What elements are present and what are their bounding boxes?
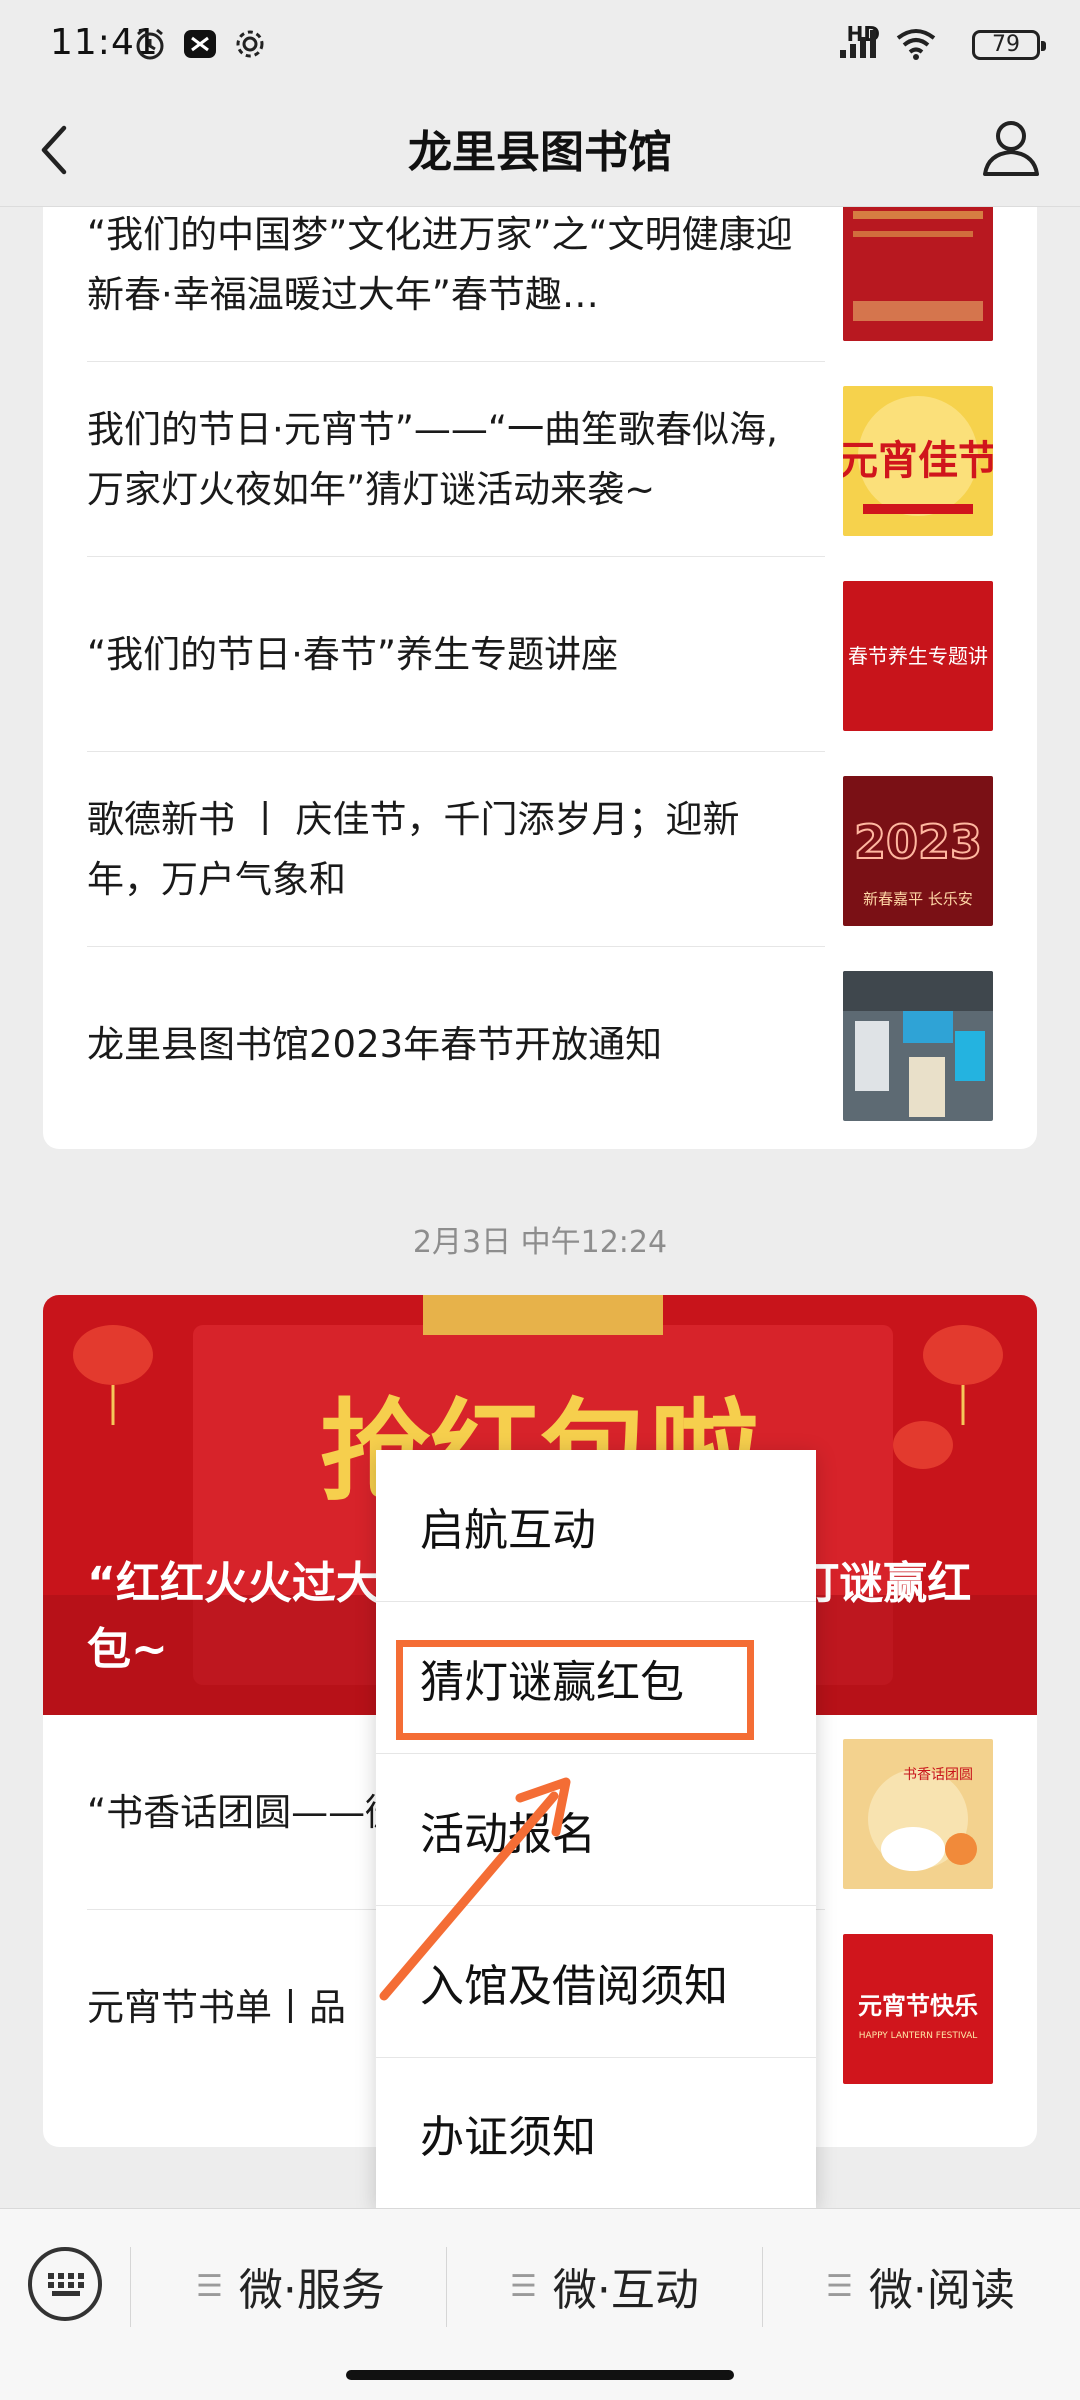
- article-thumbnail: 元宵佳节: [843, 386, 993, 536]
- page-title: 龙里县图书馆: [408, 127, 672, 178]
- article-title: 歌德新书 丨 庆佳节，千门添岁月；迎新年，万户气象和: [87, 797, 740, 901]
- tab-micro-reading[interactable]: ☰ 微·阅读: [826, 2251, 1015, 2321]
- article-item[interactable]: “我们的节日·春节”养生专题讲座 春节养生专题讲: [87, 557, 993, 752]
- menu-lines-icon: ☰: [826, 2268, 853, 2304]
- article-title: 龙里县图书馆2023年春节开放通知: [87, 1022, 663, 1066]
- article-item[interactable]: 歌德新书 丨 庆佳节，千门添岁月；迎新年，万户气象和 2023 新春嘉平 长乐安: [87, 752, 993, 947]
- article-thumbnail: 春节养生专题讲: [843, 581, 993, 731]
- tab-micro-interaction[interactable]: ☰ 微·互动: [510, 2251, 699, 2321]
- article-thumbnail: 2023 新春嘉平 长乐安: [843, 776, 993, 926]
- thumb-subtext: 新春嘉平 长乐安: [863, 890, 973, 908]
- tab-label: 微·阅读: [868, 2265, 1015, 2316]
- home-indicator[interactable]: [346, 2370, 734, 2380]
- alarm-icon: [136, 28, 164, 60]
- highlight-annotation-box: [396, 1640, 754, 1740]
- thumb-text: 元宵佳节: [843, 438, 993, 484]
- battery-indicator: 79: [972, 30, 1046, 60]
- article-title: “我们的中国梦”文化进万家”之“文明健康迎新春·幸福温暖过大年”春节趣…: [87, 212, 793, 316]
- annotation-arrow-icon: [379, 1777, 571, 2001]
- status-bar: 11:41 HD 79: [0, 0, 1080, 92]
- tab-micro-service[interactable]: ☰ 微·服务: [196, 2251, 385, 2321]
- article-thumbnail: [843, 971, 993, 1121]
- menu-item-card-application-notice[interactable]: 办证须知: [376, 2058, 816, 2208]
- article-thumbnail: 元宵节快乐 HAPPY LANTERN FESTIVAL: [843, 1934, 993, 2084]
- profile-icon[interactable]: [976, 112, 1046, 182]
- thumb-text: 书香话团圆: [903, 1767, 973, 1783]
- thumb-text: 春节养生专题讲: [848, 644, 988, 668]
- wifi-icon: [896, 29, 936, 60]
- article-title: 我们的节日·元宵节”——“一曲笙歌春似海,万家灯火夜如年”猜灯谜活动来袭~: [87, 407, 778, 511]
- app-header: 龙里县图书馆: [0, 92, 1080, 207]
- thumb-text: 2023: [854, 815, 982, 869]
- tab-label: 微·服务: [238, 2265, 385, 2316]
- article-thumbnail: 书香话团圆: [843, 1739, 993, 1889]
- thumb-text: 元宵节快乐: [858, 1992, 978, 2020]
- article-item[interactable]: “我们的中国梦”文化进万家”之“文明健康迎新春·幸福温暖过大年”春节趣…: [87, 207, 993, 362]
- menu-item-launch-interaction[interactable]: 启航互动: [376, 1450, 816, 1602]
- menu-lines-icon: ☰: [510, 2268, 537, 2304]
- article-group-card: “我们的中国梦”文化进万家”之“文明健康迎新春·幸福温暖过大年”春节趣… 我们的…: [43, 207, 1037, 1149]
- article-title: “我们的节日·春节”养生专题讲座: [87, 632, 619, 676]
- tab-label: 微·互动: [552, 2265, 699, 2316]
- article-item[interactable]: 龙里县图书馆2023年春节开放通知: [87, 947, 993, 1142]
- signal-icon: [840, 30, 876, 58]
- article-item[interactable]: 我们的节日·元宵节”——“一曲笙歌春似海,万家灯火夜如年”猜灯谜活动来袭~ 元宵…: [87, 362, 993, 557]
- article-thumbnail: [843, 207, 993, 341]
- settings-gear-icon: [236, 30, 264, 58]
- keyboard-toggle-icon[interactable]: [28, 2247, 102, 2321]
- menu-lines-icon: ☰: [196, 2268, 223, 2304]
- bottom-menu-bar: ☰ 微·服务 ☰ 微·互动 ☰ 微·阅读: [0, 2208, 1080, 2400]
- thumb-subtext: HAPPY LANTERN FESTIVAL: [859, 2031, 978, 2041]
- message-timestamp: 2月3日 中午12:24: [412, 1225, 668, 1260]
- app-notification-icon: [184, 30, 216, 58]
